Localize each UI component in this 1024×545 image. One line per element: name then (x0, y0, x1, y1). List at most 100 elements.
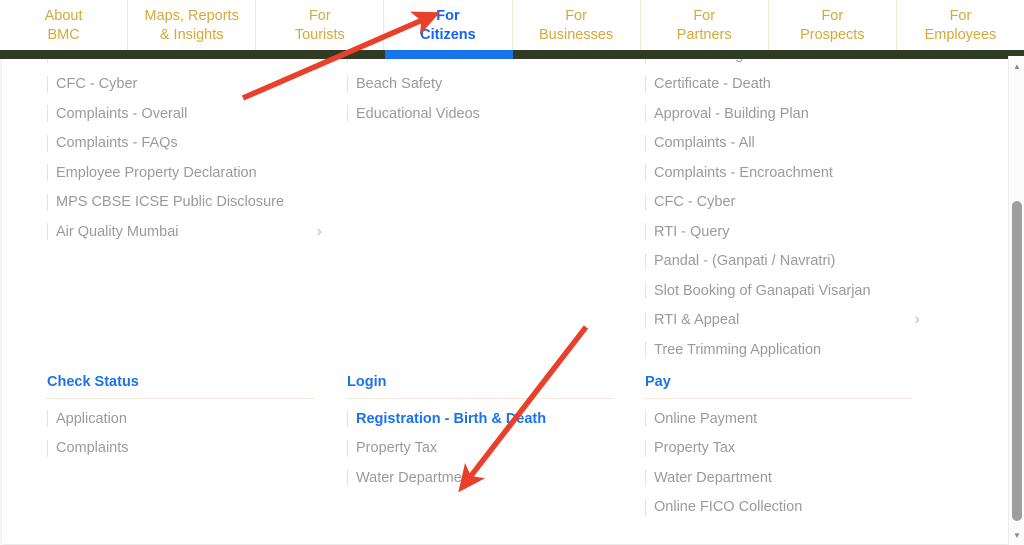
menu-link-label: Slot Booking of Ganapati Visarjan (654, 282, 871, 299)
menu-link-item[interactable]: RTI & Appeal › (644, 306, 944, 336)
mega-menu-link-columns: CFCCFC - CyberComplaints - OverallCompla… (2, 52, 992, 365)
menu-group-link-item[interactable]: Water Department (644, 463, 944, 493)
menu-link-item[interactable]: MPS CBSE ICSE Public Disclosure (46, 188, 346, 218)
menu-link-label: Registration - Birth & Death (356, 410, 547, 427)
chevron-right-icon: › (316, 222, 322, 240)
tab-label-line2: Partners (676, 26, 732, 43)
menu-group-link-item[interactable]: Online FICO Collection (644, 493, 944, 523)
tab-label-line1: For (308, 7, 331, 24)
menu-link-item[interactable]: Complaints - All (644, 129, 944, 159)
tab-partners[interactable]: For Partners (639, 0, 768, 50)
menu-link-item[interactable]: RTI - Query (644, 217, 944, 247)
menu-link-label: MPS CBSE ICSE Public Disclosure (56, 194, 285, 211)
tab-label-line1: For (821, 7, 844, 24)
menu-group-link-item[interactable]: Property Tax (644, 434, 944, 464)
tab-bmc[interactable]: About BMC (0, 0, 127, 50)
tab-label-line2: Employees (924, 26, 997, 43)
menu-link-item[interactable]: Slot Booking of Ganapati Visarjan (644, 276, 944, 306)
menu-column-1: CFCCFC - CyberComplaints - OverallCompla… (46, 52, 346, 365)
menu-group-title: Check Status (47, 374, 139, 390)
menu-link-label: Complaints (56, 440, 129, 457)
menu-link-label: Tree Trimming Application (654, 341, 822, 358)
menu-group-link-item[interactable]: Online Payment (644, 404, 944, 434)
menu-link-label: Air Quality Mumbai (56, 223, 179, 240)
menu-group-link-item[interactable]: Registration - Birth & Death (346, 404, 644, 434)
menu-group-title: Pay (645, 374, 671, 390)
tab-label-line1: About (44, 7, 83, 24)
menu-link-label: Complaints - Overall (56, 105, 188, 122)
menu-group-link-item[interactable]: Application (46, 404, 346, 434)
menu-link-item[interactable]: Complaints - Overall (46, 99, 346, 129)
menu-link-item[interactable]: Tree Trimming Application (644, 335, 944, 365)
menu-group-divider (644, 398, 912, 399)
tab-label-line2: Tourists (294, 26, 345, 43)
menu-link-label: Application (56, 410, 127, 427)
menu-link-item[interactable]: Approval - Building Plan (644, 99, 944, 129)
menu-link-label: Complaints - All (654, 135, 755, 152)
tab-employees[interactable]: For Employees (895, 0, 1024, 50)
menu-link-label: Employee Property Declaration (56, 164, 257, 181)
menu-link-label: CFC - Cyber (654, 194, 736, 211)
scrollbar-thumb[interactable] (1012, 201, 1022, 521)
tab-label-line2: & Insights (159, 26, 224, 43)
tab-tourists[interactable]: For Tourists (255, 0, 383, 50)
scroll-up-arrow-icon[interactable]: ▲ (1009, 58, 1024, 74)
menu-group-divider (46, 398, 314, 399)
tab-label-line1: For (693, 7, 716, 24)
menu-link-label: Complaints - FAQs (56, 135, 178, 152)
menu-group-link-item[interactable]: Property Tax (346, 434, 644, 464)
menu-link-label: Water Department (356, 469, 474, 486)
chevron-right-icon: › (914, 311, 920, 329)
mega-menu-panel: CFCCFC - CyberComplaints - OverallCompla… (2, 52, 1010, 544)
menu-link-label: Certificate - Death (654, 76, 771, 93)
main-navigation-tabs: About BMC Maps, Reports & Insights For Touris… (0, 0, 1024, 50)
menu-link-label: CFC - Cyber (56, 76, 138, 93)
tab-label-line2: Prospects (800, 26, 865, 43)
menu-link-label: Online Payment (654, 410, 758, 427)
mega-menu-scroll-viewport: CFCCFC - CyberComplaints - OverallCompla… (2, 52, 1010, 544)
menu-column-2: Recreation & ParksBeach SafetyEducationa… (346, 52, 644, 365)
menu-group-link-item[interactable]: Water Department (346, 463, 644, 493)
menu-link-label: RTI - Query (654, 223, 730, 240)
menu-link-item[interactable]: Air Quality Mumbai › (46, 217, 346, 247)
menu-link-item[interactable]: Complaints - FAQs (46, 129, 346, 159)
menu-link-item[interactable]: Pandal - (Ganpati / Navratri) (644, 247, 944, 277)
menu-link-label: Complaints - Encroachment (654, 164, 833, 181)
menu-link-item[interactable]: Educational Videos (346, 99, 644, 129)
menu-group-check-status: Check Status Application Complaints (46, 374, 346, 522)
menu-link-label: Educational Videos (356, 105, 480, 122)
scroll-down-arrow-icon[interactable]: ▼ (1009, 527, 1024, 543)
menu-link-label: Property Tax (654, 440, 736, 457)
tab-label-line1: For (949, 7, 972, 24)
menu-group-link-item[interactable]: Complaints (46, 434, 346, 464)
active-tab-indicator (385, 50, 513, 59)
menu-link-item[interactable]: CFC - Cyber (46, 70, 346, 100)
vertical-scrollbar[interactable]: ▲ ▼ (1008, 56, 1024, 545)
tab-prospects[interactable]: For Prospects (767, 0, 896, 50)
page-root: About BMC Maps, Reports & Insights For Touris… (0, 0, 1024, 545)
menu-link-item[interactable]: Certificate - Death (644, 70, 944, 100)
menu-link-item[interactable]: Employee Property Declaration (46, 158, 346, 188)
tab-label-line2: Citizens (420, 26, 476, 43)
menu-group-pay: Pay Online Payment Property Tax Water Depar… (644, 374, 944, 522)
mega-menu-grouped-sections: Check Status Application Complaints Login Re… (2, 374, 1002, 522)
tab-label-line2: Businesses (538, 26, 614, 43)
menu-link-item[interactable]: Beach Safety (346, 70, 644, 100)
menu-link-item[interactable]: CFC - Cyber (644, 188, 944, 218)
menu-group-login: Login Registration - Birth & Death Propert… (346, 374, 644, 522)
tab-businesses[interactable]: For Businesses (511, 0, 640, 50)
menu-link-item[interactable]: Complaints - Encroachment (644, 158, 944, 188)
menu-link-label: Online FICO Collection (654, 499, 803, 516)
menu-link-label: Property Tax (356, 440, 438, 457)
tab-label-line1: Maps, Reports (144, 7, 239, 24)
tab-insights[interactable]: Maps, Reports & Insights (127, 0, 255, 50)
menu-group-title: Login (347, 374, 387, 390)
menu-link-label: Pandal - (Ganpati / Navratri) (654, 253, 836, 270)
menu-link-label: Water Department (654, 469, 772, 486)
tab-label-line1: For (436, 7, 460, 24)
tab-citizens[interactable]: For Citizens (383, 0, 511, 50)
menu-link-label: Beach Safety (356, 76, 443, 93)
menu-group-divider (346, 398, 614, 399)
menu-link-label: RTI & Appeal (654, 312, 740, 329)
tab-label-line2: BMC (47, 26, 80, 43)
